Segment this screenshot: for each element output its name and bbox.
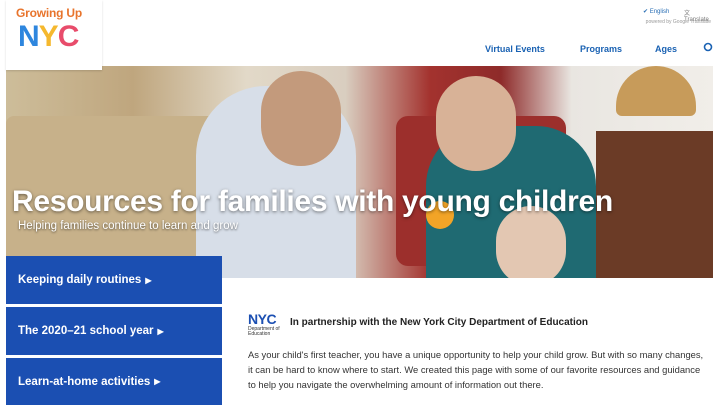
triangle-right-icon: ▶	[145, 275, 152, 285]
triangle-right-icon: ▶	[157, 326, 164, 336]
triangle-right-icon: ▶	[154, 377, 161, 386]
mother-head-shape	[436, 76, 516, 171]
nav-ages[interactable]: Ages	[655, 44, 677, 54]
logo-line1: Growing Up	[16, 6, 82, 20]
powered-by-google: powered by Google Translate	[645, 19, 711, 25]
check-icon: ✔	[643, 9, 649, 15]
partnership-heading: In partnership with the New York City De…	[290, 317, 588, 328]
intro-paragraph: As your child's first teacher, you have …	[248, 349, 704, 390]
hero-title: Resources for families with young childr…	[12, 185, 613, 218]
search-icon[interactable]	[703, 42, 713, 52]
site-header: ✔ English 文 Translate powered by Google …	[0, 0, 713, 66]
growing-up-nyc-logo[interactable]: Growing Up NYC	[6, 0, 102, 70]
hero-subtitle: Helping families continue to learn and g…	[18, 220, 238, 232]
doe-logo: NYC Department of Education	[248, 311, 280, 337]
hero-banner: Resources for families with young childr…	[6, 66, 713, 278]
lamp-shape	[616, 66, 696, 116]
sidebar-item-daily-routines[interactable]: Keeping daily routines ▶	[6, 256, 222, 304]
dresser-shape	[596, 131, 713, 278]
language-english[interactable]: ✔ English	[643, 8, 669, 15]
sidebar-item-school-year[interactable]: The 2020–21 school year ▶	[6, 307, 222, 355]
nav-programs[interactable]: Programs	[580, 44, 622, 54]
father-head-shape	[261, 71, 341, 166]
logo-nyc: NYC	[18, 20, 79, 53]
nav-virtual-events[interactable]: Virtual Events	[485, 44, 545, 54]
sidebar-item-learn-at-home[interactable]: Learn-at-home activities ▶	[6, 358, 222, 405]
